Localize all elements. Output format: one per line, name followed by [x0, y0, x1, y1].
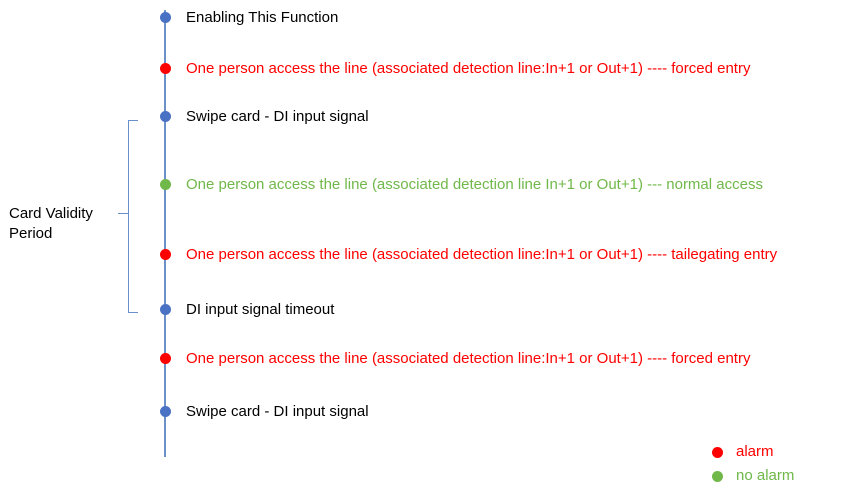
event-dot [160, 179, 171, 190]
event-dot [160, 63, 171, 74]
card-validity-label: Card Validity Period [9, 204, 93, 244]
legend-no-alarm-label: no alarm [736, 467, 795, 484]
card-validity-label-line2: Period [9, 225, 53, 242]
card-validity-label-line1: Card Validity [9, 205, 93, 222]
legend-alarm-label: alarm [736, 443, 774, 460]
event-label: Swipe card - DI input signal [186, 403, 369, 420]
legend-no-alarm-dot [712, 471, 723, 482]
event-label: One person access the line (associated d… [186, 176, 763, 193]
legend-alarm: alarm [712, 442, 852, 462]
event-label: One person access the line (associated d… [186, 350, 751, 367]
timeline-event-forced-entry-2: One person access the line (associated d… [0, 349, 857, 369]
event-dot [160, 249, 171, 260]
event-label: Swipe card - DI input signal [186, 108, 369, 125]
event-dot [160, 12, 171, 23]
timeline-event-swipe-card-2: Swipe card - DI input signal [0, 402, 857, 422]
legend-alarm-dot [712, 447, 723, 458]
timeline-event-enable: Enabling This Function [0, 8, 857, 28]
event-label: DI input signal timeout [186, 301, 335, 318]
event-dot [160, 406, 171, 417]
timeline-event-forced-entry-1: One person access the line (associated d… [0, 59, 857, 79]
bracket-tick [118, 213, 128, 214]
event-label: One person access the line (associated d… [186, 60, 751, 77]
event-label: Enabling This Function [186, 9, 339, 26]
event-dot [160, 304, 171, 315]
event-label: One person access the line (associated d… [186, 246, 778, 263]
card-validity-bracket [128, 120, 138, 313]
event-dot [160, 111, 171, 122]
legend-no-alarm: no alarm [712, 466, 852, 486]
event-dot [160, 353, 171, 364]
